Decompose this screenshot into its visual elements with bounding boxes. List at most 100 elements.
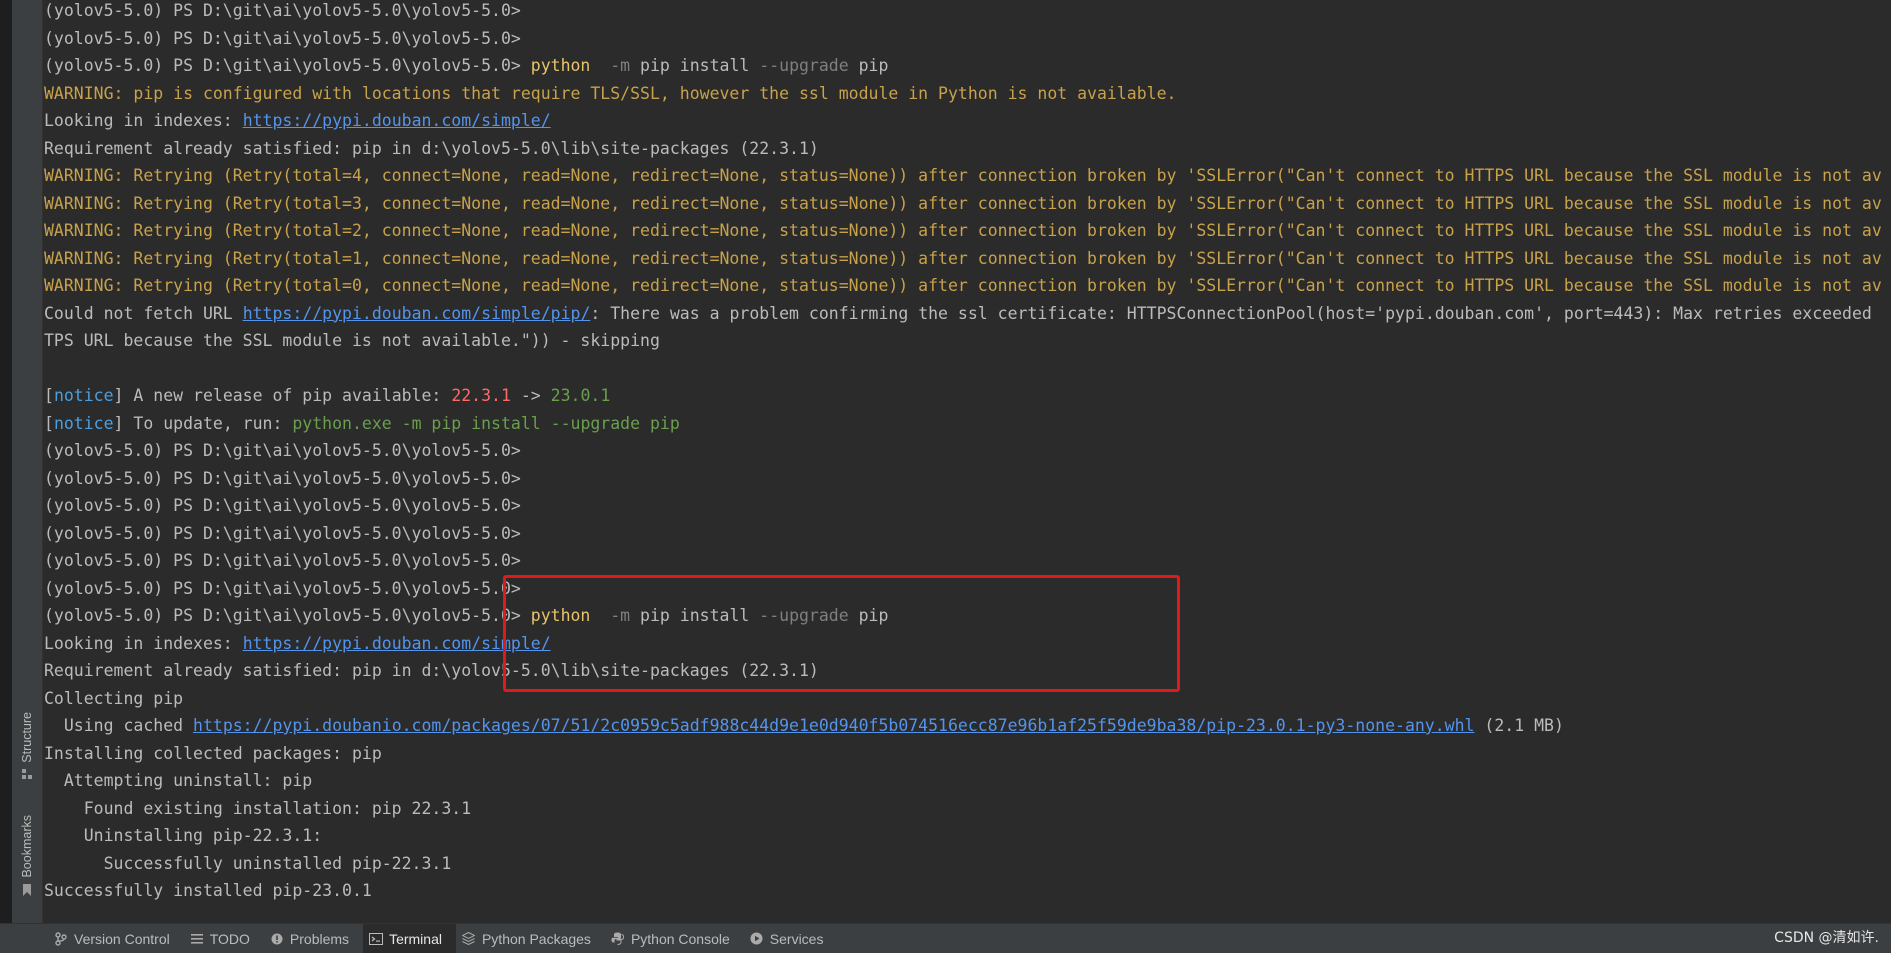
- terminal-text: pip install: [640, 56, 760, 75]
- terminal-line: WARNING: Retrying (Retry(total=0, connec…: [44, 272, 1882, 300]
- terminal-text: 23.0.1: [550, 386, 611, 405]
- terminal-line: (yolov5-5.0) PS D:\git\ai\yolov5-5.0\yol…: [44, 492, 1882, 520]
- tab-services[interactable]: Services: [744, 924, 838, 953]
- terminal-text: : There was a problem confirming the ssl…: [590, 303, 1872, 323]
- terminal-line: [notice] To update, run: python.exe -m p…: [44, 410, 1882, 438]
- terminal-text: (yolov5-5.0) PS D:\git\ai\yolov5-5.0\yol…: [44, 56, 531, 75]
- terminal-text: Requirement already satisfied: pip in d:…: [44, 661, 819, 680]
- sidebar-tab-bookmarks[interactable]: Bookmarks: [15, 815, 39, 896]
- terminal-text: python: [530, 56, 591, 75]
- terminal-text: Using cached: [44, 716, 194, 735]
- terminal-line: (yolov5-5.0) PS D:\git\ai\yolov5-5.0\yol…: [44, 52, 1882, 80]
- terminal-text: (yolov5-5.0) PS D:\git\ai\yolov5-5.0\yol…: [44, 551, 521, 570]
- tab-label: Services: [769, 930, 824, 947]
- terminal-line: Found existing installation: pip 22.3.1: [44, 795, 1882, 823]
- terminal-text: WARNING: Retrying (Retry(total=0, connec…: [44, 276, 1882, 295]
- terminal-text: 22.3.1: [451, 386, 511, 405]
- terminal-link[interactable]: https://pypi.doubanio.com/packages/07/51…: [193, 716, 1474, 735]
- terminal-text: Installing collected packages: pip: [44, 743, 382, 763]
- terminal-line: Looking in indexes: https://pypi.douban.…: [44, 107, 1882, 135]
- sidebar-tab-structure-label: Structure: [20, 712, 34, 763]
- terminal-text: Successfully uninstalled pip-22.3.1: [44, 853, 452, 873]
- terminal-text: WARNING: Retrying (Retry(total=1, connec…: [44, 248, 1882, 268]
- bookmark-icon: [21, 883, 33, 896]
- terminal-panel[interactable]: (yolov5-5.0) PS D:\git\ai\yolov5-5.0\yol…: [43, 0, 1891, 923]
- terminal-text: Uninstalling pip-22.3.1:: [44, 826, 323, 845]
- terminal-text: [: [44, 413, 54, 433]
- terminal-text: pip install: [640, 606, 760, 625]
- tab-terminal[interactable]: Terminal: [363, 923, 456, 953]
- terminal-text: Could not fetch URL: [44, 303, 243, 323]
- terminal-text: [: [44, 386, 54, 405]
- watermark: CSDN @清如许.: [1774, 930, 1879, 946]
- terminal-icon: [369, 932, 384, 946]
- list-icon: [190, 932, 204, 946]
- terminal-text: WARNING: Retrying (Retry(total=4, connec…: [44, 166, 1882, 185]
- terminal-line: (yolov5-5.0) PS D:\git\ai\yolov5-5.0\yol…: [44, 25, 1882, 53]
- terminal-line: (yolov5-5.0) PS D:\git\ai\yolov5-5.0\yol…: [44, 520, 1882, 548]
- terminal-text: -m: [590, 56, 641, 75]
- terminal-text: --upgrade: [759, 606, 859, 625]
- terminal-text: WARNING: Retrying (Retry(total=2, connec…: [44, 221, 1882, 240]
- terminal-text: Successfully installed pip-23.0.1: [44, 881, 372, 900]
- terminal-link[interactable]: https://pypi.douban.com/simple/: [243, 111, 551, 130]
- terminal-text: python.exe -m pip install --upgrade pip: [292, 413, 680, 433]
- terminal-text: (yolov5-5.0) PS D:\git\ai\yolov5-5.0\yol…: [44, 523, 521, 543]
- terminal-text: Looking in indexes:: [44, 633, 243, 653]
- terminal-text: (yolov5-5.0) PS D:\git\ai\yolov5-5.0\yol…: [44, 468, 521, 488]
- terminal-text: notice: [53, 413, 114, 433]
- window-edge: [0, 0, 12, 953]
- structure-icon: [21, 769, 33, 781]
- terminal-line: (yolov5-5.0) PS D:\git\ai\yolov5-5.0\yol…: [44, 465, 1882, 493]
- terminal-text: (2.1 MB): [1474, 716, 1564, 735]
- left-tool-sidebar: Structure Bookmarks: [12, 0, 43, 923]
- terminal-text: --upgrade: [759, 56, 859, 75]
- terminal-text: pip: [858, 56, 889, 75]
- terminal-line: WARNING: Retrying (Retry(total=4, connec…: [44, 162, 1882, 190]
- tab-python-packages[interactable]: Python Packages: [456, 924, 605, 953]
- terminal-line: Collecting pip: [44, 685, 1882, 713]
- services-icon: [750, 932, 764, 946]
- terminal-text: (yolov5-5.0) PS D:\git\ai\yolov5-5.0\yol…: [44, 1, 521, 20]
- terminal-link[interactable]: https://pypi.douban.com/simple/pip/: [243, 304, 591, 323]
- terminal-link[interactable]: https://pypi.douban.com/simple/: [243, 634, 551, 653]
- terminal-text: (yolov5-5.0) PS D:\git\ai\yolov5-5.0\yol…: [44, 606, 531, 625]
- terminal-text: (yolov5-5.0) PS D:\git\ai\yolov5-5.0\yol…: [44, 441, 521, 460]
- terminal-line: WARNING: Retrying (Retry(total=1, connec…: [44, 245, 1882, 273]
- terminal-text: Attempting uninstall: pip: [44, 771, 313, 790]
- terminal-line: TPS URL because the SSL module is not av…: [44, 327, 1882, 355]
- tab-python-console[interactable]: Python Console: [605, 924, 744, 953]
- terminal-line: WARNING: Retrying (Retry(total=3, connec…: [44, 190, 1882, 218]
- terminal-text: Collecting pip: [44, 688, 184, 708]
- terminal-text: Requirement already satisfied: pip in d:…: [44, 138, 819, 158]
- terminal-line: Requirement already satisfied: pip in d:…: [44, 135, 1882, 163]
- terminal-line: Looking in indexes: https://pypi.douban.…: [44, 630, 1882, 658]
- terminal-text: (yolov5-5.0) PS D:\git\ai\yolov5-5.0\yol…: [44, 578, 521, 598]
- packages-icon: [462, 932, 476, 946]
- version-control-icon: [54, 931, 68, 946]
- sidebar-tab-structure[interactable]: Structure: [15, 712, 39, 781]
- terminal-line: (yolov5-5.0) PS D:\git\ai\yolov5-5.0\yol…: [44, 602, 1882, 630]
- terminal-output: (yolov5-5.0) PS D:\git\ai\yolov5-5.0\yol…: [44, 0, 1882, 905]
- tab-label: Python Console: [630, 930, 730, 947]
- terminal-text: python: [530, 606, 591, 625]
- terminal-line: Installing collected packages: pip: [44, 740, 1882, 768]
- terminal-line: (yolov5-5.0) PS D:\git\ai\yolov5-5.0\yol…: [44, 575, 1882, 603]
- terminal-line: (yolov5-5.0) PS D:\git\ai\yolov5-5.0\yol…: [44, 0, 1882, 25]
- tab-problems[interactable]: Problems: [264, 924, 363, 953]
- tab-label: TODO: [209, 930, 250, 947]
- terminal-line: Attempting uninstall: pip: [44, 767, 1882, 795]
- tab-todo[interactable]: TODO: [184, 924, 264, 953]
- tab-label: Terminal: [389, 930, 442, 947]
- tab-label: Python Packages: [481, 930, 591, 947]
- terminal-text: notice: [53, 386, 114, 405]
- terminal-line: [notice] A new release of pip available:…: [44, 382, 1882, 410]
- bottom-tool-window-bar: Version Control TODO Problems Terminal Pytho…: [0, 923, 1891, 953]
- tab-version-control[interactable]: Version Control: [48, 924, 184, 953]
- terminal-text: -m: [590, 606, 641, 625]
- terminal-text: ] A new release of pip available:: [113, 386, 452, 405]
- terminal-line: Successfully uninstalled pip-22.3.1: [44, 850, 1882, 878]
- terminal-line: (yolov5-5.0) PS D:\git\ai\yolov5-5.0\yol…: [44, 437, 1882, 465]
- terminal-line: Uninstalling pip-22.3.1:: [44, 822, 1882, 850]
